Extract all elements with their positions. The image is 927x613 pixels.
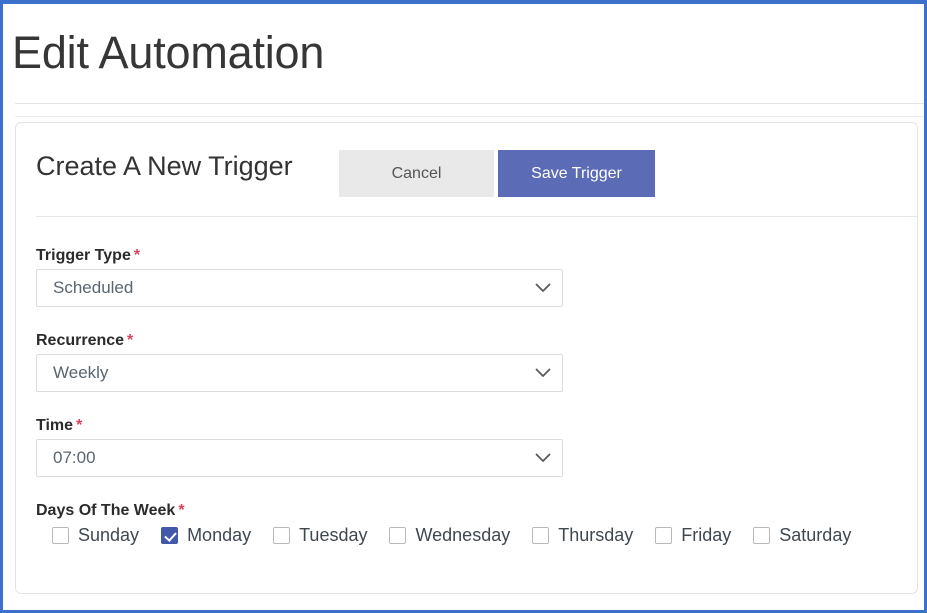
trigger-type-label: Trigger Type *: [36, 247, 140, 265]
time-label-text: Time: [36, 417, 74, 434]
required-marker: *: [178, 502, 185, 519]
day-checkbox-saturday[interactable]: Saturday: [753, 525, 851, 546]
create-trigger-card: Create A New Trigger Cancel Save Trigger…: [15, 122, 918, 594]
time-select[interactable]: 07:00: [36, 439, 563, 477]
day-label: Thursday: [558, 525, 634, 545]
recurrence-select[interactable]: Weekly: [36, 354, 563, 392]
time-value: 07:00: [53, 448, 96, 467]
recurrence-label-text: Recurrence: [36, 332, 125, 349]
days-of-week-group: Sunday Monday Tuesday Wednesday Thursday Frid…: [52, 525, 851, 546]
day-label: Friday: [681, 525, 732, 545]
required-marker: *: [133, 247, 141, 264]
checkbox-empty-icon[interactable]: [532, 527, 550, 544]
day-checkbox-friday[interactable]: Friday: [655, 525, 731, 546]
day-checkbox-sunday[interactable]: Sunday: [52, 525, 139, 546]
recurrence-label: Recurrence *: [36, 332, 133, 350]
card-header-divider: [36, 216, 917, 217]
checkbox-empty-icon[interactable]: [273, 527, 291, 544]
trigger-type-value: Scheduled: [53, 278, 134, 297]
day-label: Tuesday: [299, 525, 368, 545]
chevron-down-icon: [535, 354, 551, 392]
required-marker: *: [76, 417, 83, 434]
day-label: Monday: [187, 525, 252, 545]
day-label: Sunday: [78, 525, 140, 545]
time-select-box[interactable]: [36, 439, 563, 477]
check-icon[interactable]: [161, 527, 179, 544]
day-checkbox-monday[interactable]: Monday: [161, 525, 251, 546]
checkbox-empty-icon[interactable]: [52, 527, 69, 544]
header-divider-top: [15, 103, 924, 104]
trigger-type-select[interactable]: Scheduled: [36, 269, 563, 307]
browser-viewport: Edit Automation Create A New Trigger Can…: [0, 0, 927, 613]
page-root: Edit Automation Create A New Trigger Can…: [3, 4, 924, 610]
day-checkbox-wednesday[interactable]: Wednesday: [389, 525, 510, 546]
header-divider-bottom: [15, 116, 924, 117]
recurrence-value: Weekly: [53, 363, 109, 382]
trigger-type-label-text: Trigger Type: [36, 247, 131, 264]
checkbox-empty-icon[interactable]: [389, 527, 407, 544]
required-marker: *: [127, 332, 134, 349]
card-header: Create A New Trigger Cancel Save Trigger: [16, 123, 917, 217]
save-trigger-button[interactable]: Save Trigger: [498, 150, 655, 197]
recurrence-select-box[interactable]: [36, 354, 563, 392]
card-title: Create A New Trigger: [36, 151, 293, 181]
day-label: Wednesday: [415, 525, 511, 545]
days-of-week-label-text: Days Of The Week: [36, 502, 176, 519]
page-title: Edit Automation: [12, 27, 325, 78]
checkbox-empty-icon[interactable]: [655, 527, 673, 544]
checkbox-empty-icon[interactable]: [753, 527, 771, 544]
day-label: Saturday: [779, 525, 852, 545]
day-checkbox-tuesday[interactable]: Tuesday: [273, 525, 367, 546]
chevron-down-icon: [535, 269, 551, 307]
days-of-week-label: Days Of The Week *: [36, 502, 185, 520]
time-label: Time *: [36, 417, 82, 435]
day-checkbox-thursday[interactable]: Thursday: [532, 525, 633, 546]
chevron-down-icon: [535, 439, 551, 477]
page-header: Edit Automation: [3, 4, 924, 100]
cancel-button[interactable]: Cancel: [339, 150, 494, 197]
